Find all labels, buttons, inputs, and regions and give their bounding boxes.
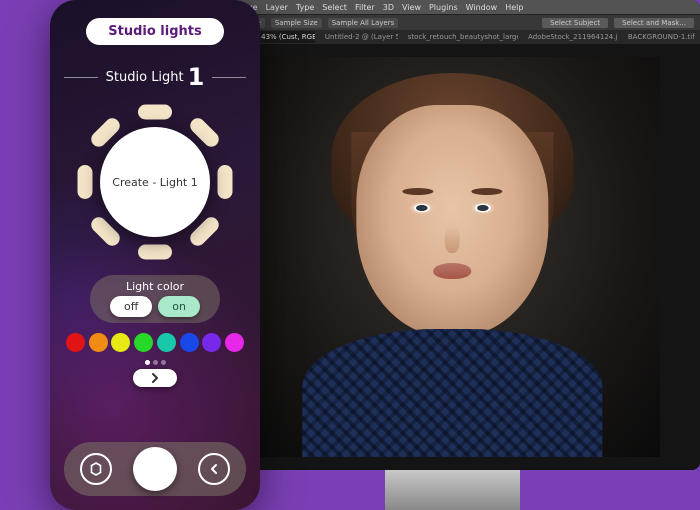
swatch-purple[interactable] <box>202 333 221 352</box>
menu-select[interactable]: Select <box>322 3 347 12</box>
swatch-green[interactable] <box>134 333 153 352</box>
menu-filter[interactable]: Filter <box>355 3 375 12</box>
app-title-pill: Studio lights <box>86 18 223 45</box>
bottom-bar <box>64 442 246 496</box>
pager <box>133 360 177 387</box>
menu-view[interactable]: View <box>402 3 421 12</box>
chevron-left-icon <box>198 453 230 485</box>
phone-mockup: Studio lights Studio Light 1 Create - Li… <box>50 0 260 510</box>
opt-sample-size[interactable]: Sample Size <box>271 18 322 28</box>
light-color-label: Light color <box>96 280 214 293</box>
settings-icon <box>80 453 112 485</box>
doc-tab-5[interactable]: BACKGROUND-1.tif @ <box>622 31 696 43</box>
swatch-magenta[interactable] <box>225 333 244 352</box>
ring-segment-left[interactable] <box>78 165 93 199</box>
menu-help[interactable]: Help <box>505 3 523 12</box>
menu-window[interactable]: Window <box>466 3 498 12</box>
swatch-orange[interactable] <box>89 333 108 352</box>
pager-dot-1[interactable] <box>145 360 150 365</box>
swatch-blue[interactable] <box>180 333 199 352</box>
swatch-red[interactable] <box>66 333 85 352</box>
portrait-image <box>245 57 661 457</box>
next-button[interactable] <box>133 369 177 387</box>
select-and-mask-button[interactable]: Select and Mask... <box>614 18 694 28</box>
desktop-monitor: Edit Image Layer Type Select Filter 3D V… <box>205 0 700 470</box>
light-off-button[interactable]: off <box>110 296 152 317</box>
doc-tab-2[interactable]: Untitled-2 @ (Layer 5... <box>319 31 398 43</box>
menu-3d[interactable]: 3D <box>383 3 394 12</box>
ring-segment-bottom[interactable] <box>138 245 172 260</box>
light-ring: Create - Light 1 <box>74 101 236 263</box>
ring-segment-top[interactable] <box>138 105 172 120</box>
section-number: 1 <box>188 63 205 91</box>
light-on-button[interactable]: on <box>158 296 200 317</box>
menu-type[interactable]: Type <box>296 3 314 12</box>
monitor-stand <box>385 470 520 510</box>
pager-dot-2[interactable] <box>153 360 158 365</box>
doc-tab-4[interactable]: AdobeStock_211964124.jpeg <box>522 31 618 43</box>
doc-tab-3[interactable]: stock_retouch_beautyshot_large.psd <box>402 31 518 43</box>
capture-button[interactable] <box>133 447 177 491</box>
section-label: Studio Light <box>106 70 184 85</box>
pager-dot-3[interactable] <box>161 360 166 365</box>
app-menubar: Edit Image Layer Type Select Filter 3D V… <box>205 0 700 14</box>
document-tabs: Untitled-1 @ 43% (Cust, RGB/8)* Untitled… <box>205 30 700 44</box>
section-title: Studio Light 1 <box>64 63 246 91</box>
settings-button[interactable] <box>77 450 115 488</box>
swatch-teal[interactable] <box>157 333 176 352</box>
swatch-yellow[interactable] <box>111 333 130 352</box>
ring-segment-right[interactable] <box>218 165 233 199</box>
chevron-right-icon <box>149 372 161 384</box>
select-subject-button[interactable]: Select Subject <box>542 18 608 28</box>
create-light-button[interactable]: Create - Light 1 <box>100 127 210 237</box>
color-swatches <box>64 333 246 352</box>
menu-layer[interactable]: Layer <box>266 3 288 12</box>
opt-sample-layers[interactable]: Sample All Layers <box>328 18 399 28</box>
back-button[interactable] <box>195 450 233 488</box>
light-color-panel: Light color off on <box>90 275 220 323</box>
menu-plugins[interactable]: Plugins <box>429 3 458 12</box>
options-bar: Point Sample Sample Size Sample All Laye… <box>205 14 700 30</box>
canvas-area[interactable] <box>205 44 700 470</box>
